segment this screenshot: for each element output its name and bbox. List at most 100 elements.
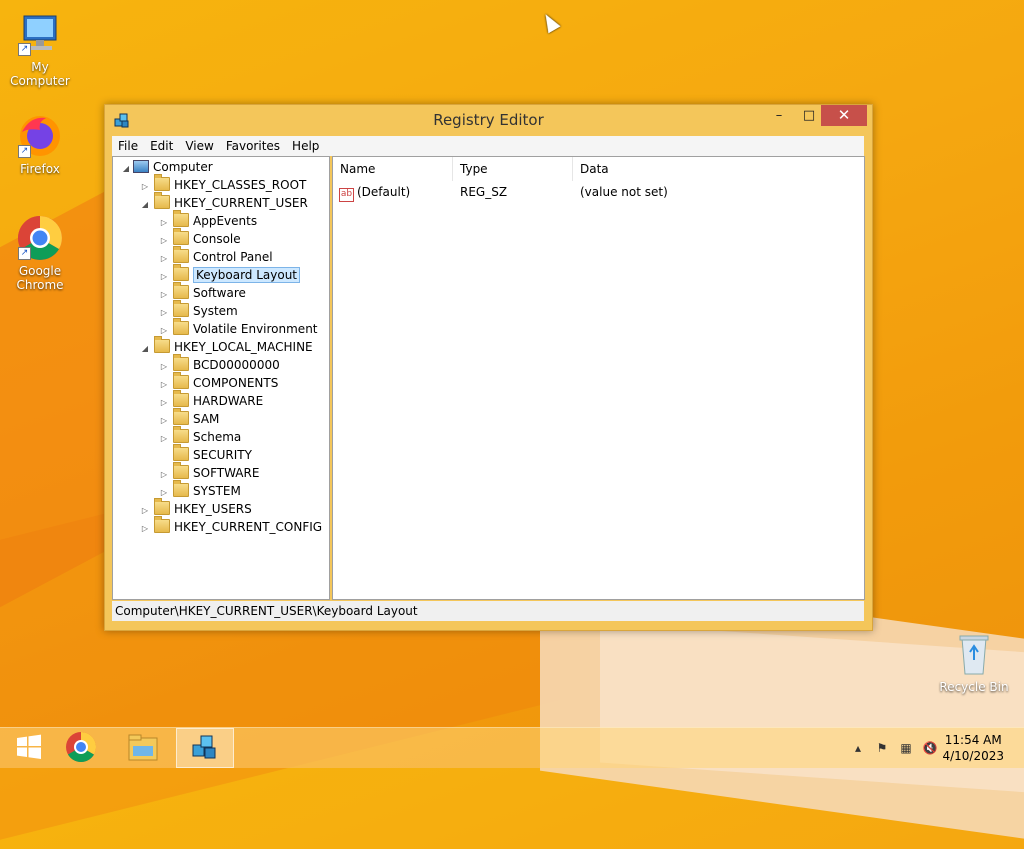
taskbar: ▴ ⚑ ▦ 🔇 11:54 AM 4/10/2023 [0,727,1024,768]
taskbar-file-explorer[interactable] [114,728,172,768]
folder-icon [173,318,189,335]
title-bar[interactable]: Registry Editor – □ ✕ [105,105,872,133]
tree-item-label: HKEY_LOCAL_MACHINE [174,340,313,354]
desktop-icon-label: Firefox [20,162,60,176]
desktop-icon-label: Recycle Bin [939,680,1009,694]
network-icon[interactable]: ▦ [898,740,914,756]
column-header-data[interactable]: Data [573,157,863,181]
tree-item-computer[interactable]: ◢ Computer [121,158,213,176]
folder-icon [173,354,189,371]
minimize-button[interactable]: – [765,105,793,126]
firefox-icon: ↗ [16,112,64,160]
tree-item-hklm[interactable]: ◢ HKEY_LOCAL_MACHINE [140,336,313,358]
desktop-icon-firefox[interactable]: ↗ Firefox [0,112,80,176]
value-row-name[interactable]: ab (Default) [339,183,411,202]
registry-editor-window: Registry Editor – □ ✕ File Edit View Favori… [104,104,873,631]
tree-item-label: Volatile Environment [193,322,318,336]
tree-item-hkcc[interactable]: ▷ HKEY_CURRENT_CONFIG [140,516,323,538]
tree-item-label: HKEY_CLASSES_ROOT [174,178,307,192]
desktop-icon-chrome[interactable]: ↗ Google Chrome [0,214,80,292]
expand-arrow-icon[interactable]: ▷ [140,520,150,538]
menu-edit[interactable]: Edit [144,136,179,156]
file-explorer-icon [127,732,159,765]
menu-file[interactable]: File [112,136,144,156]
start-button[interactable] [0,728,58,768]
tree-item-system-hklm[interactable]: ▷ SYSTEM [159,480,241,500]
tree-item-volatile-environment[interactable]: ▷ Volatile Environment [159,318,318,338]
close-button[interactable]: ✕ [821,105,867,126]
tree-item-label: SECURITY [193,448,252,462]
tree-item-label: Console [193,232,241,246]
volume-muted-icon[interactable]: 🔇 [922,740,938,756]
desktop-icon-recycle-bin[interactable]: Recycle Bin [934,630,1014,694]
folder-icon [173,390,189,407]
folder-icon [154,336,170,353]
folder-icon [173,372,189,389]
action-center-flag-icon[interactable]: ⚑ [874,740,890,756]
folder-icon [173,264,189,281]
tree-item-hkcr[interactable]: ▷ HKEY_CLASSES_ROOT [140,174,307,194]
tree-item-label-selected: Keyboard Layout [193,267,301,283]
folder-icon [154,498,170,515]
folder-icon [173,210,189,227]
folder-icon [154,516,170,533]
tree-item-label: COMPONENTS [193,376,279,390]
desktop-icon-my-computer[interactable]: ↗ My Computer [0,10,80,88]
registry-editor-icon [189,731,221,766]
collapse-arrow-icon[interactable]: ◢ [121,160,131,178]
collapse-arrow-icon[interactable]: ◢ [140,340,150,358]
registry-tree[interactable]: ◢ Computer ▷ HKEY_CLASSES_ROOT ◢ HKEY_CURRE… [112,156,330,600]
menu-view[interactable]: View [179,136,219,156]
clock-date: 4/10/2023 [942,749,1004,763]
tree-item-label: HKEY_CURRENT_USER [174,196,308,210]
maximize-button[interactable]: □ [795,105,823,126]
menu-favorites[interactable]: Favorites [220,136,286,156]
string-value-icon: ab [339,188,354,202]
tree-item-label: Schema [193,430,242,444]
tree-item-label: System [193,304,238,318]
system-clock[interactable]: 11:54 AM 4/10/2023 [942,732,1004,764]
menu-help[interactable]: Help [286,136,325,156]
menu-bar: File Edit View Favorites Help [112,136,864,156]
tree-item-label: HKEY_USERS [174,502,252,516]
folder-icon [173,480,189,497]
taskbar-registry-editor[interactable] [176,728,234,768]
desktop-icon-label: Google Chrome [16,264,64,292]
recycle-bin-icon [950,630,998,678]
folder-icon [173,282,189,299]
tree-item-label: SOFTWARE [193,466,260,480]
folder-icon [154,174,170,191]
tree-item-label: HKEY_CURRENT_CONFIG [174,520,323,534]
value-type: REG_SZ [460,185,508,199]
folder-icon [173,228,189,245]
taskbar-chrome[interactable] [52,728,110,768]
tree-item-label: Software [193,286,246,300]
folder-icon [154,192,170,209]
folder-icon [173,300,189,317]
window-title: Registry Editor [433,111,544,129]
column-header-name[interactable]: Name [333,157,453,181]
tree-item-label: Control Panel [193,250,273,264]
mouse-cursor-icon [539,10,561,34]
value-name: (Default) [357,185,411,199]
folder-icon [173,246,189,263]
tree-item-label: HARDWARE [193,394,264,408]
tree-item-label: Computer [153,160,213,174]
tree-item-system[interactable]: ▷ System [159,300,238,320]
clock-time: 11:54 AM [944,733,1002,747]
tree-item-console[interactable]: ▷ Console [159,228,241,248]
status-bar: Computer\HKEY_CURRENT_USER\Keyboard Layo… [112,601,864,621]
computer-icon: ↗ [16,10,64,58]
tree-item-hkcu[interactable]: ◢ HKEY_CURRENT_USER [140,192,308,214]
tree-item-label: SYSTEM [193,484,241,498]
collapse-arrow-icon[interactable]: ◢ [140,196,150,214]
chrome-icon: ↗ [16,214,64,262]
tree-item-schema[interactable]: ▷ Schema [159,426,242,446]
values-list[interactable]: Name Type Data ab (Default) REG_SZ (value… [332,156,865,600]
value-data: (value not set) [580,185,668,199]
column-header-type[interactable]: Type [453,157,573,181]
show-hidden-icons-icon[interactable]: ▴ [850,740,866,756]
folder-icon [173,408,189,425]
folder-icon [173,462,189,479]
tree-item-sam[interactable]: ▷ SAM [159,408,219,428]
